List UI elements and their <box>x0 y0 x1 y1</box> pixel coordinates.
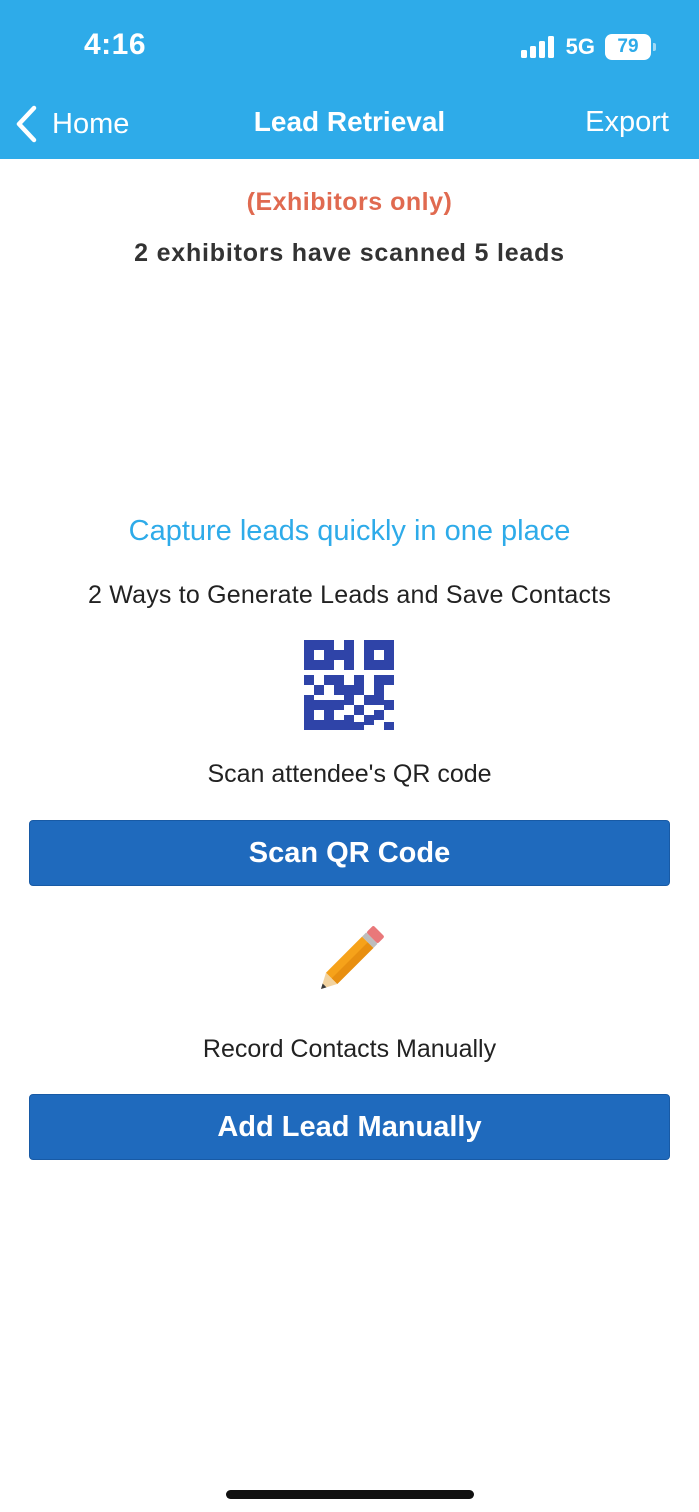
page-title: Lead Retrieval <box>253 106 446 137</box>
back-button[interactable]: Home <box>14 104 129 144</box>
scan-qr-button[interactable]: Scan QR Code <box>29 820 670 886</box>
status-time: 4:16 <box>84 28 147 61</box>
home-indicator[interactable] <box>226 1490 474 1499</box>
exhibitors-only-notice: (Exhibitors only) <box>246 188 453 216</box>
pencil-icon <box>321 926 384 989</box>
scan-caption: Scan attendee's QR code <box>207 760 492 788</box>
status-indicators: 5G 79 <box>518 33 656 61</box>
chevron-left-icon <box>16 105 37 143</box>
header-bar: 4:16 5G 79 Home Lead Retrieval Export <box>0 0 699 159</box>
manual-caption: Record Contacts Manually <box>202 1035 497 1063</box>
export-button[interactable]: Export <box>585 106 669 139</box>
back-label: Home <box>52 107 130 140</box>
signal-icon <box>518 36 554 58</box>
battery-icon: 79 <box>605 34 656 60</box>
qr-code-icon <box>304 640 394 730</box>
ways-subtitle: 2 Ways to Generate Leads and Save Contac… <box>87 581 612 609</box>
add-lead-manually-button[interactable]: Add Lead Manually <box>29 1094 670 1160</box>
battery-level: 79 <box>617 36 639 57</box>
tagline: Capture leads quickly in one place <box>128 515 571 547</box>
network-type: 5G <box>565 34 595 59</box>
scan-stats-text: 2 exhibitors have scanned 5 leads <box>134 239 565 267</box>
